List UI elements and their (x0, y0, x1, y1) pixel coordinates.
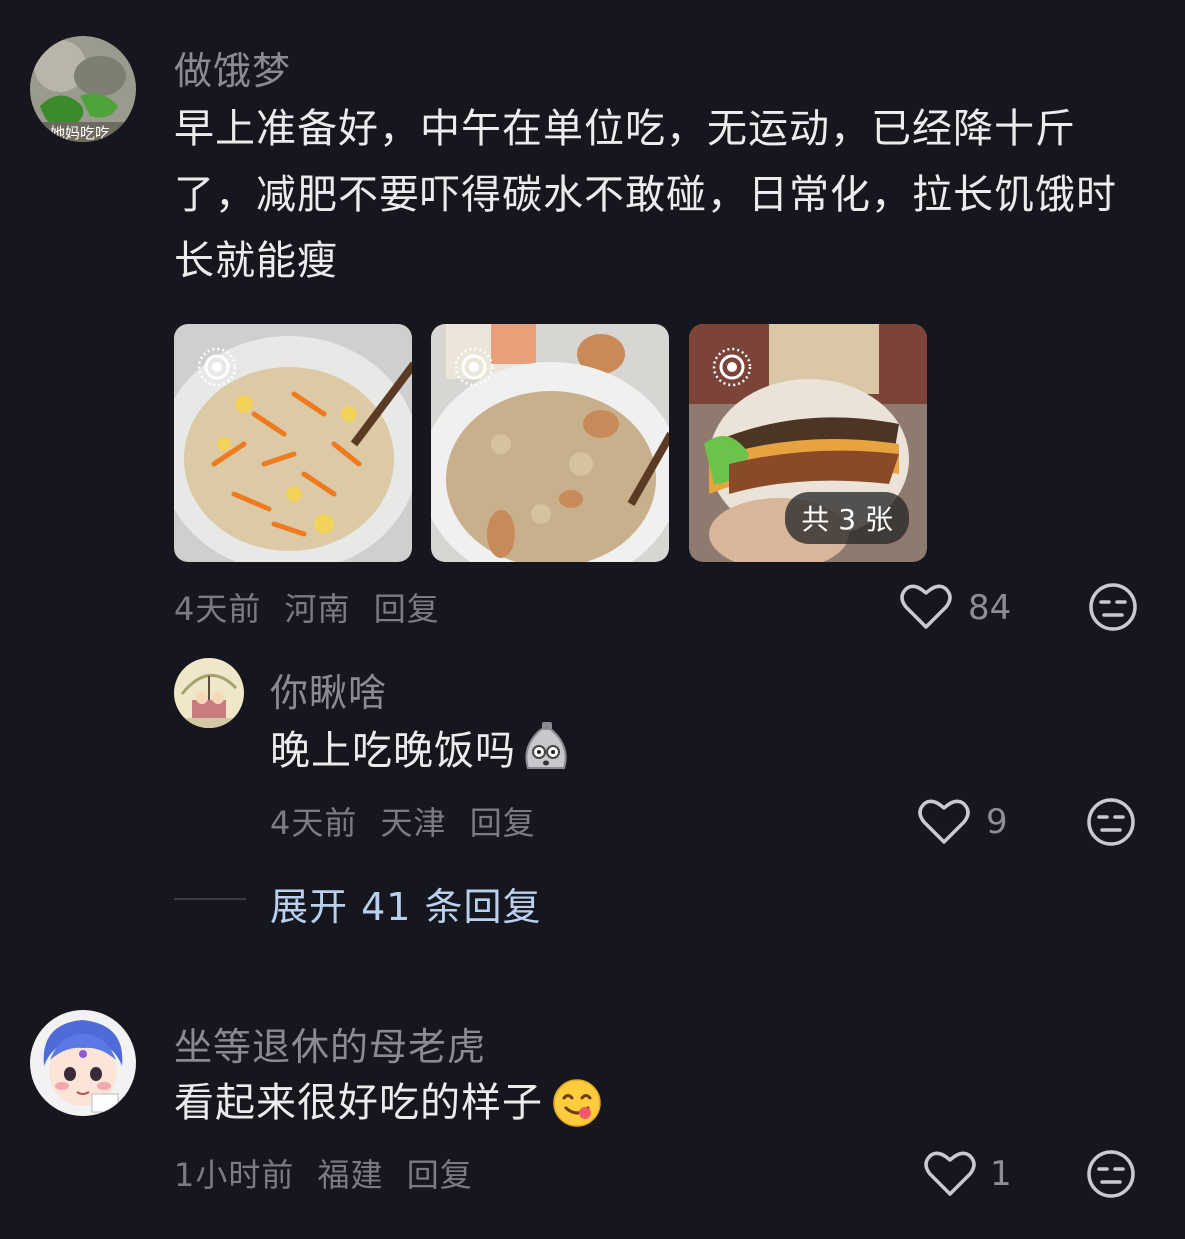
comment-username[interactable]: 坐等退休的母老虎 (174, 1016, 486, 1071)
dislike-face-icon[interactable] (1086, 1149, 1136, 1199)
comment-location: 福建 (317, 1156, 384, 1194)
reply-location: 天津 (380, 804, 447, 842)
image-count-badge: 共 3 张 (785, 492, 909, 544)
expand-replies-button[interactable]: 展开 41 条回复 (270, 876, 542, 931)
shocked-emoji-icon (525, 722, 567, 769)
live-photo-icon (197, 347, 237, 387)
comment-time: 1小时前 (174, 1156, 295, 1194)
comment-text-line: 早上准备好，中午在单位吃，无运动，已经降十斤 (174, 106, 1076, 152)
reply-meta: 4天前 天津 回复 (270, 798, 548, 844)
like-count: 1 (990, 1154, 1012, 1194)
like-icon[interactable] (900, 583, 952, 631)
comments-list: 她妈吃吃 做饿梦 早上准备好，中午在单位吃，无运动，已经降十斤 了，减肥不要吓得… (0, 0, 1185, 1239)
yum-emoji-icon (553, 1079, 601, 1127)
comment-text-line: 长就能瘦 (174, 238, 338, 284)
dislike-face-icon[interactable] (1088, 582, 1138, 632)
like-icon[interactable] (918, 798, 970, 846)
avatar-caption: 她妈吃吃 (50, 124, 111, 142)
comment-location: 河南 (284, 590, 351, 628)
comment-image-fried-rice[interactable] (174, 324, 412, 562)
expand-divider (174, 898, 246, 900)
reply-like-count: 9 (986, 802, 1008, 842)
comment-meta: 4天前 河南 回复 (174, 584, 452, 630)
reply-username[interactable]: 你瞅啥 (270, 662, 387, 717)
comment-text: 早上准备好，中午在单位吃，无运动，已经降十斤 了，减肥不要吓得碳水不敢碰，日常化… (174, 96, 1154, 294)
like-icon[interactable] (924, 1150, 976, 1198)
comment-meta: 1小时前 福建 回复 (174, 1150, 485, 1196)
comment-time: 4天前 (174, 590, 262, 628)
reply-reply-button[interactable]: 回复 (470, 804, 536, 842)
dislike-face-icon[interactable] (1086, 797, 1136, 847)
live-photo-icon (712, 347, 752, 387)
comment-text: 看起来很好吃的样子 (174, 1070, 543, 1136)
avatar[interactable] (30, 1010, 136, 1116)
reply-button[interactable]: 回复 (374, 590, 440, 628)
reply-avatar[interactable] (174, 658, 244, 728)
comment-username[interactable]: 做饿梦 (174, 40, 291, 95)
avatar[interactable]: 她妈吃吃 (30, 36, 136, 142)
comment-image-sandwich[interactable]: 共 3 张 (689, 324, 927, 562)
reply-text-content: 晚上吃晚饭吗 (270, 728, 516, 774)
reply-text: 晚上吃晚饭吗 (270, 718, 516, 784)
reply-button[interactable]: 回复 (407, 1156, 473, 1194)
comment-image-fried-rice-sausage[interactable] (431, 324, 669, 562)
live-photo-icon (454, 347, 494, 387)
comment-text-line: 了，减肥不要吓得碳水不敢碰，日常化，拉长饥饿时 (174, 172, 1117, 218)
comment-text-content: 看起来很好吃的样子 (174, 1080, 543, 1126)
like-count: 84 (968, 588, 1012, 628)
reply-time: 4天前 (270, 804, 358, 842)
